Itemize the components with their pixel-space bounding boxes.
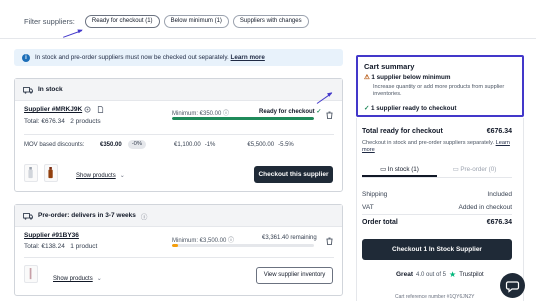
- truck-icon: [23, 212, 33, 220]
- shipping-value: Included: [487, 191, 512, 198]
- summary-separator: [362, 214, 512, 215]
- instock-header: In stock: [15, 79, 342, 101]
- vat-value: Added in checkout: [458, 204, 512, 211]
- product-thumbnail[interactable]: [24, 164, 38, 182]
- mov-label: MOV based discounts:: [24, 141, 85, 148]
- trash-icon[interactable]: [326, 111, 333, 119]
- instock-progress-fill: [172, 117, 314, 120]
- check-icon: ✓: [316, 109, 322, 115]
- settings-icon[interactable]: [84, 106, 91, 113]
- preorder-remaining: €3,361.40 remaining: [262, 235, 317, 241]
- check-icon: ✓: [364, 105, 370, 112]
- view-inventory-button[interactable]: View supplier inventory: [256, 267, 333, 284]
- preorder-title: Pre-order: delivers in 3-7 weeks: [38, 212, 136, 219]
- shipping-label: Shipping: [362, 191, 388, 198]
- shipping-row: Shipping Included: [362, 191, 512, 198]
- filter-label: Filter suppliers:: [24, 16, 75, 26]
- warning-icon: ⚠: [364, 74, 370, 81]
- truck-icon: ▭: [452, 166, 459, 173]
- trust-great: Great: [396, 271, 413, 278]
- total-ready-row: Total ready for checkout €676.34: [362, 128, 512, 135]
- total-ready-label: Total ready for checkout: [362, 128, 443, 135]
- preorder-progress-bar: [172, 244, 314, 247]
- divider: [0, 38, 536, 39]
- chat-button[interactable]: [500, 273, 525, 298]
- preorder-total: Total: €138.24 1 product: [24, 243, 98, 250]
- filter-bar: Filter suppliers: Ready for checkout (1)…: [24, 14, 309, 28]
- cart-warning: ⚠ 1 supplier below minimum: [364, 74, 451, 81]
- mov-tier-3-pct: -5.5%: [278, 141, 294, 148]
- instock-supplier-link[interactable]: Supplier #MRKJ9K: [24, 106, 82, 113]
- order-total-label: Order total: [362, 219, 398, 226]
- trustpilot-star-icon: ★: [449, 270, 457, 279]
- tab-pre-order[interactable]: ▭ Pre-order (0): [437, 164, 512, 177]
- order-total-value: €676.34: [486, 219, 512, 226]
- trust-brand: Trustpilot: [459, 271, 484, 278]
- preorder-minimum: Minimum: €3,500.00 ⓘ: [172, 238, 235, 244]
- annotation-arrow-filter: [63, 30, 83, 38]
- checkout-supplier-button[interactable]: Checkout this supplier: [254, 166, 333, 183]
- truck-icon: [23, 86, 33, 94]
- summary-tabs: ▭ In stock (1) ▭ Pre-order (0): [362, 164, 512, 178]
- trust-rating: 4.0 out of 5: [415, 271, 447, 278]
- vat-label: VAT: [362, 204, 374, 211]
- info-banner: i In stock and pre-order suppliers must …: [14, 49, 343, 66]
- product-thumbnail[interactable]: [24, 265, 38, 283]
- filter-chip-changes[interactable]: Suppliers with changes: [232, 14, 309, 28]
- mov-row: MOV based discounts: €350.00 -0% €1,100.…: [24, 140, 334, 149]
- filter-chip-ready[interactable]: Ready for checkout (1): [84, 14, 160, 28]
- instock-show-products[interactable]: Show products ⌄: [76, 172, 125, 179]
- banner-learn-more-link[interactable]: Learn more: [231, 54, 265, 61]
- trustpilot-badge[interactable]: Great 4.0 out of 5 ★ Trustpilot: [396, 270, 484, 279]
- help-icon[interactable]: ⓘ: [141, 211, 148, 221]
- cart-warning-sub: Increase quantity or add more products f…: [373, 84, 505, 97]
- chevron-down-icon: ⌄: [119, 173, 125, 179]
- vat-row: VAT Added in checkout: [362, 204, 512, 211]
- cart-summary-box: Cart summary ⚠ 1 supplier below minimum …: [356, 55, 524, 117]
- instock-separator: [24, 134, 334, 135]
- summary-note: Checkout in stock and pre-order supplier…: [362, 140, 510, 153]
- trash-icon[interactable]: [326, 237, 333, 245]
- filter-chip-below-minimum[interactable]: Below minimum (1): [163, 14, 229, 28]
- preorder-supplier-link[interactable]: Supplier #91BY36: [24, 232, 79, 239]
- instock-title: In stock: [38, 86, 63, 93]
- preorder-header: Pre-order: delivers in 3-7 weeks ⓘ: [15, 205, 342, 227]
- preorder-show-products[interactable]: Show products ⌄: [53, 275, 102, 282]
- mov-tier-3-amount: €5,500.00: [247, 141, 275, 148]
- instock-progress-bar: [172, 117, 314, 120]
- mov-tier-2-amount: €1,100.00: [174, 141, 201, 148]
- instock-status: Ready for checkout ✓: [259, 109, 322, 115]
- mov-tier-1-pct: -0%: [127, 140, 147, 149]
- truck-icon: ▭: [380, 166, 387, 173]
- banner-text: In stock and pre-order suppliers must no…: [35, 54, 265, 61]
- document-icon[interactable]: [97, 106, 104, 113]
- instock-minimum: Minimum: €350.00 ⓘ: [172, 111, 230, 117]
- tab-in-stock[interactable]: ▭ In stock (1): [362, 164, 437, 177]
- cart-reference: Cart reference number #1QY6JN2Y: [395, 294, 475, 300]
- instock-total: Total: €676.34 2 products: [24, 118, 101, 125]
- order-total-row: Order total €676.34: [362, 219, 512, 226]
- cart-title: Cart summary: [364, 62, 415, 71]
- mov-tier-1-amount: €350.00: [100, 141, 122, 148]
- product-thumbnail[interactable]: [44, 164, 58, 182]
- chevron-down-icon: ⌄: [96, 276, 102, 282]
- mov-tier-2-pct: -1%: [204, 141, 216, 148]
- info-icon: i: [22, 53, 30, 62]
- chat-icon: [505, 281, 520, 293]
- preorder-progress-fill: [172, 244, 178, 247]
- checkout-all-button[interactable]: Checkout 1 In Stock Supplier: [362, 239, 512, 260]
- total-ready-value: €676.34: [486, 128, 512, 135]
- cart-ready: ✓ 1 supplier ready to checkout: [364, 105, 457, 112]
- preorder-separator: [24, 257, 334, 258]
